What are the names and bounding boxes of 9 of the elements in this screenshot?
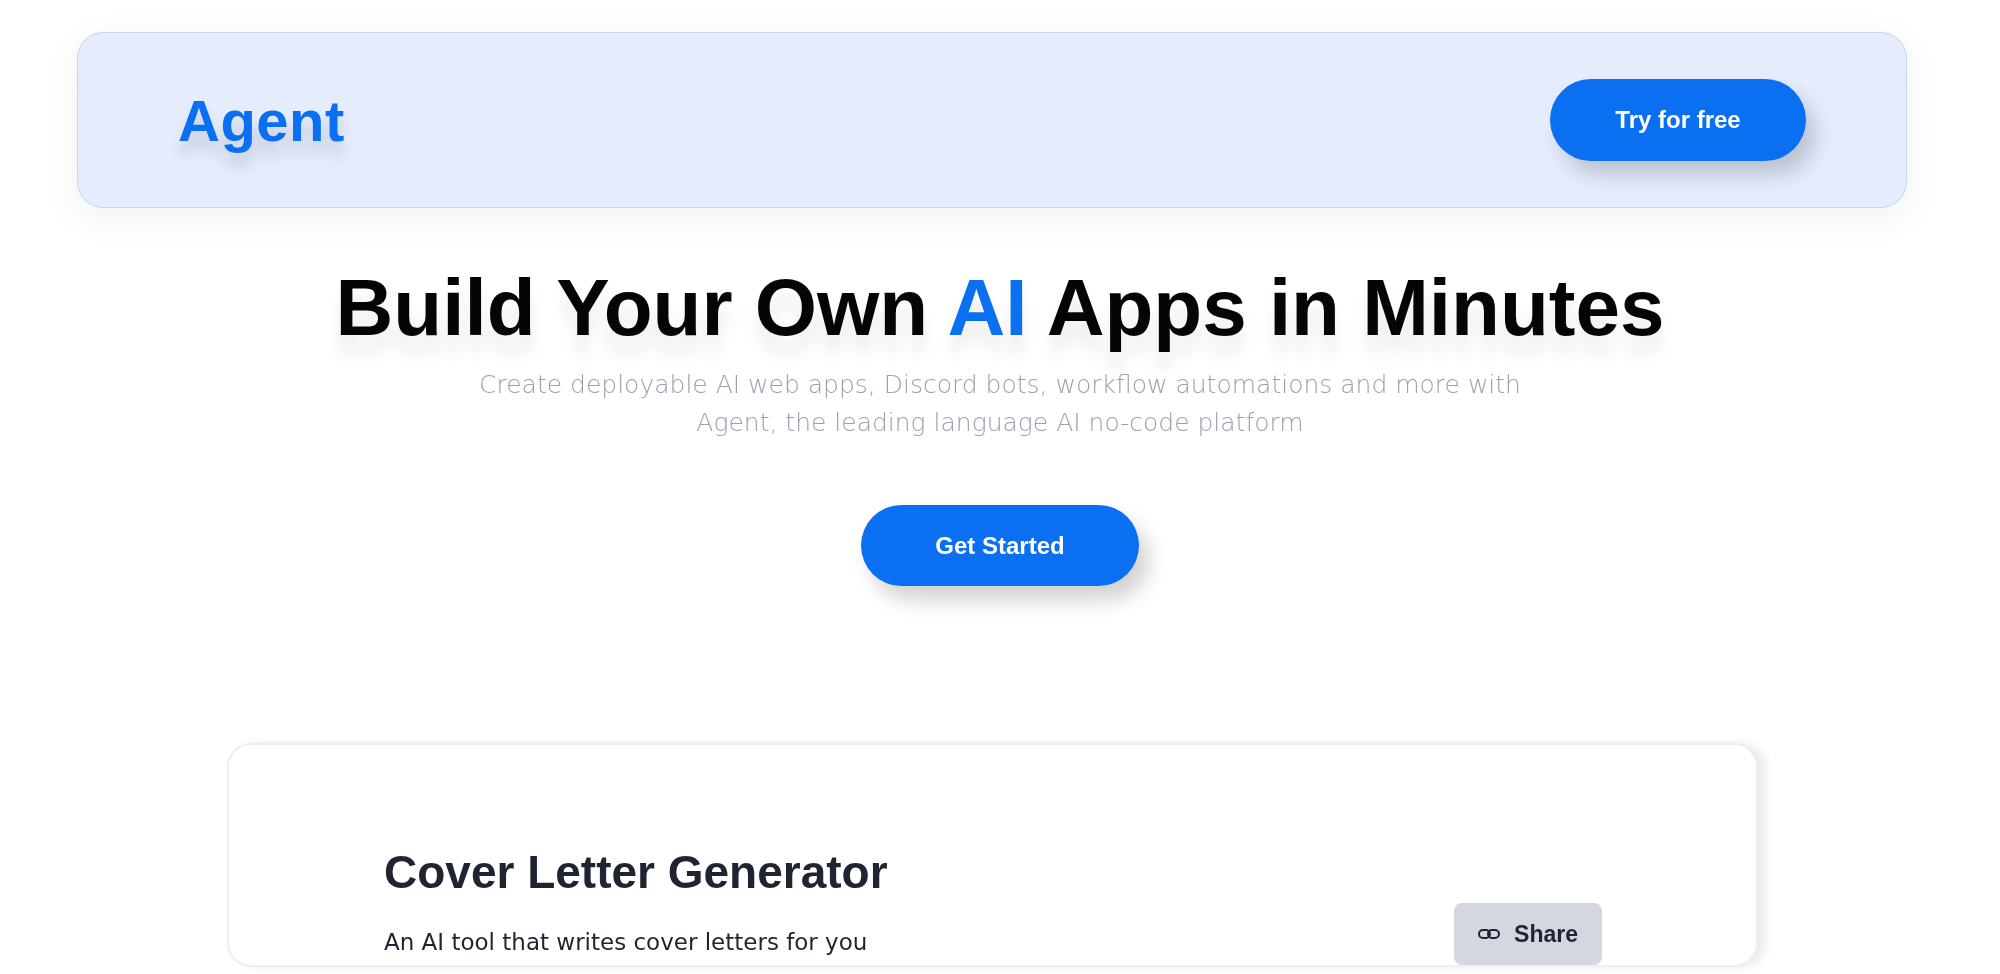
headline: Build Your Own AI Apps in Minutes (335, 262, 1665, 354)
get-started-button[interactable]: Get Started (861, 505, 1139, 586)
share-button[interactable]: Share (1454, 903, 1602, 965)
try-free-button[interactable]: Try for free (1550, 79, 1806, 161)
card-title: Cover Letter Generator (384, 845, 889, 899)
logo[interactable]: Agent (178, 86, 345, 154)
link-icon (1478, 928, 1501, 940)
subtitle: Create deployable AI web apps, Discord bots, workflow automations and more with Agent, the leading language AI no-code platform (478, 369, 1522, 439)
card-description: An AI tool that writes cover letters for you (384, 929, 868, 955)
